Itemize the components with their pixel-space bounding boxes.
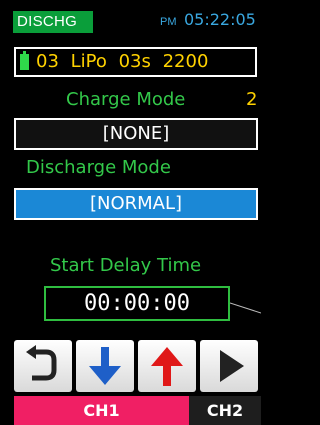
charge-mode-field[interactable]: [NONE] <box>14 118 258 150</box>
play-button[interactable] <box>200 340 258 392</box>
charge-mode-suffix: 2 <box>246 89 258 110</box>
tab-ch2[interactable]: CH2 <box>189 396 261 425</box>
start-delay-field[interactable]: 00:00:00 <box>44 286 230 321</box>
up-arrow-icon <box>151 347 183 386</box>
play-icon <box>220 350 244 382</box>
battery-icon <box>20 54 29 70</box>
battery-text: 03 LiPo 03s 2200 <box>36 51 209 72</box>
back-icon <box>26 345 57 381</box>
tab-ch1[interactable]: CH1 <box>14 396 189 425</box>
discharge-mode-label: Discharge Mode <box>26 157 171 178</box>
delay-connector-line <box>230 302 261 314</box>
charge-mode-label: Charge Mode <box>66 89 186 110</box>
down-button[interactable] <box>76 340 134 392</box>
battery-info[interactable]: 03 LiPo 03s 2200 <box>14 47 257 77</box>
back-button[interactable] <box>14 340 72 392</box>
discharge-mode-field[interactable]: [NORMAL] <box>14 188 258 220</box>
start-delay-label: Start Delay Time <box>50 255 202 276</box>
clock: 05:22:05 <box>184 10 256 29</box>
ampm-label: PM <box>160 16 177 28</box>
mode-badge: DISCHG <box>13 11 93 33</box>
up-button[interactable] <box>138 340 196 392</box>
down-arrow-icon <box>89 347 121 385</box>
